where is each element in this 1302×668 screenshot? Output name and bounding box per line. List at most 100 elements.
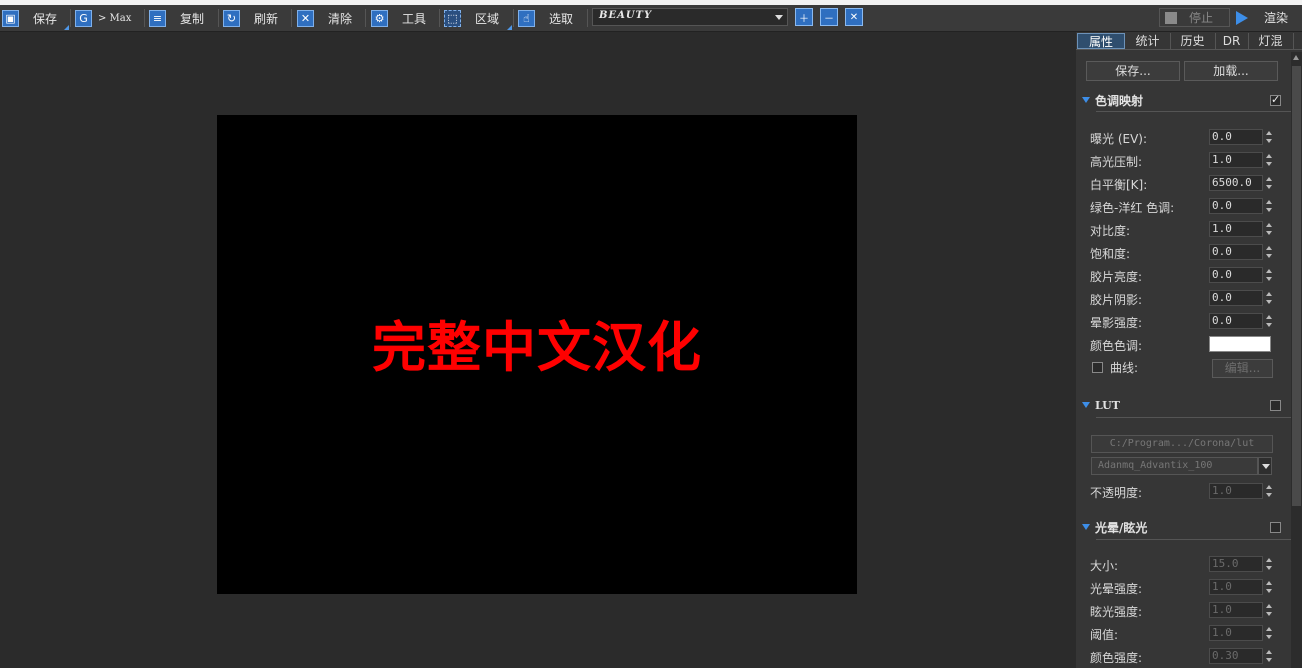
param-row-bloom-size: 大小: 15.0	[1090, 555, 1290, 575]
spinner-arrows-icon[interactable]	[1265, 267, 1274, 283]
spinner-arrows-icon[interactable]	[1265, 129, 1274, 145]
lut-opacity-input[interactable]: 1.0	[1209, 483, 1263, 499]
section-divider	[1096, 417, 1292, 418]
save-settings-button[interactable]: 保存...	[1086, 61, 1180, 81]
zoom-in-icon[interactable]: ＋	[795, 8, 813, 26]
scroll-up-icon[interactable]	[1293, 55, 1299, 60]
lut-file-select[interactable]: Adanmq_Advantix_100	[1091, 457, 1258, 475]
spinner-arrows-icon[interactable]	[1265, 152, 1274, 168]
lut-file-dropdown-icon[interactable]	[1258, 457, 1272, 475]
film-shadows-input[interactable]: 0.0	[1209, 290, 1263, 306]
tone-mapping-checkbox[interactable]	[1270, 93, 1281, 106]
highlight-compress-input[interactable]: 1.0	[1209, 152, 1263, 168]
pick-button[interactable]: ☝ 选取	[518, 8, 573, 28]
render-button[interactable]: 渲染	[1236, 8, 1288, 27]
hand-pointer-icon: ☝	[518, 9, 535, 27]
save-button[interactable]: ▣ 保存	[2, 8, 57, 28]
panel-tabs: 属性 统计 历史 DR 灯混	[1076, 32, 1302, 50]
g-logo-icon: G	[75, 9, 92, 27]
collapse-arrow-icon	[1082, 402, 1090, 408]
lut-path-field[interactable]: C:/Program.../Corona/lut	[1091, 435, 1273, 453]
tone-mapping-header[interactable]: 色调映射	[1082, 91, 1143, 109]
copy-button[interactable]: ≡ 复制	[149, 8, 204, 28]
panel-scrollbar[interactable]	[1291, 52, 1302, 668]
spinner-arrows-icon[interactable]	[1265, 313, 1274, 329]
toolbar-separator	[291, 9, 292, 27]
play-icon	[1236, 10, 1248, 25]
scrollbar-thumb[interactable]	[1292, 66, 1301, 506]
bloom-glare-checkbox[interactable]	[1270, 522, 1281, 533]
stop-button[interactable]: 停止	[1159, 8, 1230, 27]
render-channel-select[interactable]: BEAUTY	[592, 8, 788, 26]
param-row-green-magenta: 绿色-洋红 色调: 0.0	[1090, 197, 1290, 217]
lut-checkbox[interactable]	[1270, 400, 1281, 411]
zoom-reset-icon[interactable]: ✕	[845, 8, 863, 26]
curve-label: 曲线:	[1110, 361, 1139, 375]
spinner-arrows-icon[interactable]	[1265, 290, 1274, 306]
load-settings-button[interactable]: 加载...	[1184, 61, 1278, 81]
param-row-threshold: 阈值: 1.0	[1090, 624, 1290, 644]
param-row-glare-intensity: 眩光强度: 1.0	[1090, 601, 1290, 621]
param-row-exposure: 曝光 (EV): 0.0	[1090, 128, 1290, 148]
section-divider	[1096, 539, 1292, 540]
glare-intensity-input[interactable]: 1.0	[1209, 602, 1263, 618]
color-tint-swatch[interactable]	[1209, 336, 1271, 352]
spinner-arrows-icon[interactable]	[1265, 625, 1274, 641]
spinner-arrows-icon[interactable]	[1265, 483, 1274, 499]
zoom-out-icon[interactable]: －	[820, 8, 838, 26]
film-brightness-input[interactable]: 0.0	[1209, 267, 1263, 283]
saturation-input[interactable]: 0.0	[1209, 244, 1263, 260]
tab-stats[interactable]: 统计	[1125, 33, 1171, 49]
param-row-contrast: 对比度: 1.0	[1090, 220, 1290, 240]
param-row-color-intensity: 颜色强度: 0.30	[1090, 647, 1290, 667]
spinner-arrows-icon[interactable]	[1265, 244, 1274, 260]
chevron-down-icon	[775, 15, 783, 20]
spinner-arrows-icon[interactable]	[1265, 579, 1274, 595]
spinner-arrows-icon[interactable]	[1265, 602, 1274, 618]
threshold-input[interactable]: 1.0	[1209, 625, 1263, 641]
toolbar-separator	[513, 9, 514, 27]
param-row-saturation: 饱和度: 0.0	[1090, 243, 1290, 263]
send-to-max-button[interactable]: G > Max	[75, 8, 131, 28]
param-row-vignette: 晕影强度: 0.0	[1090, 312, 1290, 332]
render-viewport[interactable]: 完整中文汉化	[217, 115, 857, 594]
edit-curve-button[interactable]: 编辑...	[1212, 359, 1273, 378]
vignette-input[interactable]: 0.0	[1209, 313, 1263, 329]
green-magenta-input[interactable]: 0.0	[1209, 198, 1263, 214]
refresh-icon: ↻	[223, 9, 240, 27]
toolbar-separator	[365, 9, 366, 27]
tab-dr[interactable]: DR	[1215, 33, 1249, 49]
bloom-glare-header[interactable]: 光晕/眩光	[1082, 518, 1147, 536]
tab-history[interactable]: 历史	[1170, 33, 1216, 49]
tools-button[interactable]: ⚙ 工具	[371, 8, 426, 28]
spinner-arrows-icon[interactable]	[1265, 221, 1274, 237]
tab-lightmix[interactable]: 灯混	[1248, 33, 1294, 49]
toolbar-separator	[70, 9, 71, 27]
collapse-arrow-icon	[1082, 524, 1090, 530]
save-dropdown-indicator[interactable]	[64, 25, 69, 30]
bloom-intensity-input[interactable]: 1.0	[1209, 579, 1263, 595]
region-dropdown-indicator[interactable]	[507, 25, 512, 30]
bloom-size-input[interactable]: 15.0	[1209, 556, 1263, 572]
spinner-arrows-icon[interactable]	[1265, 648, 1274, 664]
spinner-arrows-icon[interactable]	[1265, 556, 1274, 572]
curve-checkbox[interactable]	[1092, 362, 1103, 373]
param-row-highlight-compress: 高光压制: 1.0	[1090, 151, 1290, 171]
collapse-arrow-icon	[1082, 97, 1090, 103]
param-row-film-brightness: 胶片亮度: 0.0	[1090, 266, 1290, 286]
region-select-icon: ⬚	[444, 9, 461, 27]
lut-header[interactable]: LUT	[1082, 396, 1120, 414]
exposure-input[interactable]: 0.0	[1209, 129, 1263, 145]
clear-button[interactable]: ✕ 清除	[297, 8, 352, 28]
spinner-arrows-icon[interactable]	[1265, 175, 1274, 191]
white-balance-input[interactable]: 6500.0	[1209, 175, 1263, 191]
spinner-arrows-icon[interactable]	[1265, 198, 1274, 214]
color-intensity-input[interactable]: 0.30	[1209, 648, 1263, 664]
section-divider	[1096, 111, 1292, 112]
gear-icon: ⚙	[371, 9, 388, 27]
refresh-button[interactable]: ↻ 刷新	[223, 8, 278, 28]
tab-properties[interactable]: 属性	[1077, 33, 1125, 49]
contrast-input[interactable]: 1.0	[1209, 221, 1263, 237]
region-button[interactable]: ⬚ 区域	[444, 8, 499, 28]
param-row-lut-opacity: 不透明度: 1.0	[1090, 482, 1290, 502]
